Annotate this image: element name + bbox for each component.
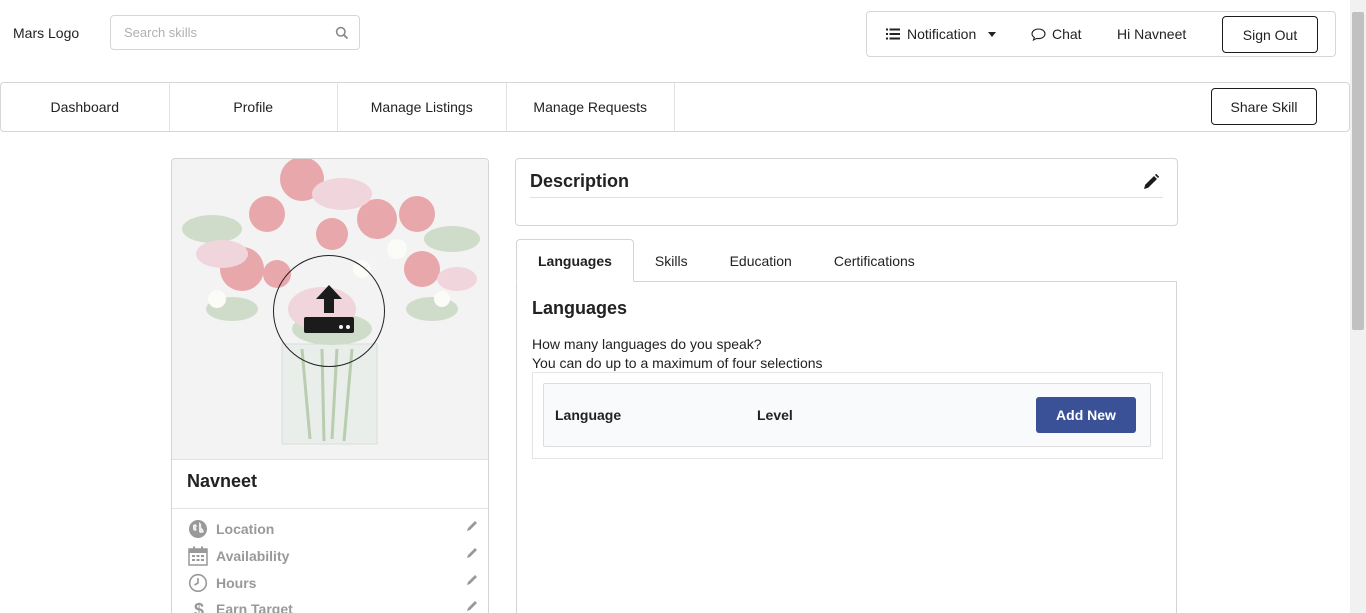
earn-target-row: $ Earn Target	[188, 598, 478, 613]
search-icon[interactable]	[335, 26, 349, 40]
tab-skills[interactable]: Skills	[634, 239, 709, 282]
chevron-down-icon	[988, 31, 997, 37]
languages-title: Languages	[532, 298, 628, 318]
profile-name: Navneet	[187, 471, 258, 491]
hours-label: Hours	[216, 575, 257, 591]
edit-hours-icon[interactable]	[466, 574, 478, 586]
tab-languages[interactable]: Languages	[516, 239, 634, 282]
share-skill-button[interactable]: Share Skill	[1211, 88, 1317, 125]
profile-card: Navneet Location Availability Hours $ Ea…	[171, 158, 489, 613]
nav-profile[interactable]: Profile	[170, 83, 338, 131]
nav-manage-requests[interactable]: Manage Requests	[507, 83, 675, 131]
availability-label: Availability	[216, 548, 290, 564]
column-language: Language	[555, 407, 622, 423]
languages-panel: Languages How many languages do you spea…	[516, 281, 1177, 613]
upload-icon	[304, 285, 354, 333]
edit-earn-target-icon[interactable]	[466, 600, 478, 612]
dollar-icon: $	[194, 600, 204, 613]
edit-description-icon[interactable]	[1143, 174, 1159, 190]
globe-icon	[189, 520, 207, 538]
mars-logo[interactable]: Mars Logo	[13, 25, 79, 41]
page-scrollbar[interactable]	[1350, 0, 1366, 613]
earn-target-label: Earn Target	[216, 601, 293, 613]
languages-help-text: How many languages do you speak? You can…	[532, 335, 823, 373]
calendar-icon	[188, 546, 208, 566]
nav-dashboard[interactable]: Dashboard	[1, 83, 170, 131]
sign-out-button[interactable]: Sign Out	[1222, 16, 1318, 53]
languages-limit-note: You can do up to a maximum of four selec…	[532, 355, 823, 371]
nav-manage-listings[interactable]: Manage Listings	[338, 83, 507, 131]
tab-certifications[interactable]: Certifications	[813, 239, 936, 282]
chat-icon	[1031, 27, 1046, 41]
chat-label: Chat	[1052, 26, 1082, 42]
profile-photo[interactable]	[172, 159, 488, 460]
languages-table: Language Level Add New	[532, 372, 1163, 459]
location-row: Location	[188, 518, 478, 540]
availability-row: Availability	[188, 545, 478, 567]
search-box	[110, 15, 360, 50]
chat-link[interactable]: Chat	[1031, 26, 1082, 42]
divider	[530, 197, 1163, 198]
notification-dropdown[interactable]: Notification	[886, 26, 997, 42]
search-input[interactable]	[111, 16, 321, 49]
main-nav: Dashboard Profile Manage Listings Manage…	[0, 82, 1350, 132]
upload-photo-button[interactable]	[273, 255, 385, 367]
description-card: Description	[515, 158, 1178, 226]
notification-label: Notification	[907, 26, 977, 42]
description-title: Description	[530, 171, 630, 191]
hours-row: Hours	[188, 572, 478, 594]
edit-availability-icon[interactable]	[466, 547, 478, 559]
list-icon	[886, 28, 900, 40]
divider	[172, 508, 488, 509]
languages-question: How many languages do you speak?	[532, 336, 762, 352]
location-label: Location	[216, 521, 275, 537]
svg-text:$: $	[194, 600, 204, 613]
top-menu: Notification Chat Hi Navneet Sign Out	[866, 11, 1336, 57]
profile-tabs: Languages Skills Education Certification…	[516, 239, 936, 282]
scrollbar-thumb[interactable]	[1352, 12, 1364, 330]
tab-education[interactable]: Education	[709, 239, 813, 282]
edit-location-icon[interactable]	[466, 520, 478, 532]
column-level: Level	[757, 407, 793, 423]
add-new-language-button[interactable]: Add New	[1036, 397, 1136, 433]
languages-table-header: Language Level Add New	[543, 383, 1151, 447]
clock-icon	[188, 573, 208, 593]
user-greeting[interactable]: Hi Navneet	[1117, 26, 1186, 42]
